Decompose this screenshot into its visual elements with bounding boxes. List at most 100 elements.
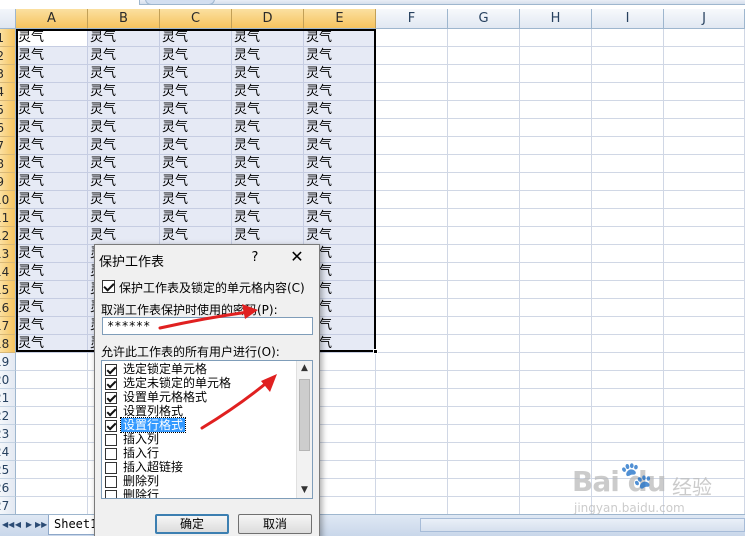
row-header-3[interactable]: 3: [0, 65, 16, 83]
cell-f15[interactable]: [376, 281, 448, 299]
cell-g5[interactable]: [448, 101, 520, 119]
cell-f5[interactable]: [376, 101, 448, 119]
row-header-20[interactable]: 20: [0, 371, 16, 389]
row-header-25[interactable]: 25: [0, 461, 16, 479]
permission-checkbox[interactable]: [105, 476, 117, 488]
cell-d7[interactable]: 灵气: [232, 137, 304, 155]
cell-h16[interactable]: [520, 299, 592, 317]
row-header-10[interactable]: 10: [0, 191, 16, 209]
cell-c12[interactable]: 灵气: [160, 227, 232, 245]
cell-g7[interactable]: [448, 137, 520, 155]
help-icon[interactable]: ?: [248, 250, 262, 265]
close-icon[interactable]: ✕: [287, 247, 307, 267]
cell-i19[interactable]: [592, 353, 664, 371]
cell-j15[interactable]: [664, 281, 745, 299]
cell-j16[interactable]: [664, 299, 745, 317]
cell-h19[interactable]: [520, 353, 592, 371]
cell-j14[interactable]: [664, 263, 745, 281]
cell-i18[interactable]: [592, 335, 664, 353]
cell-h5[interactable]: [520, 101, 592, 119]
cell-g15[interactable]: [448, 281, 520, 299]
cell-h24[interactable]: [520, 443, 592, 461]
permission-item[interactable]: 删除列: [102, 474, 297, 489]
cell-a11[interactable]: 灵气: [16, 209, 88, 227]
cell-f3[interactable]: [376, 65, 448, 83]
cell-f20[interactable]: [376, 371, 448, 389]
cell-a2[interactable]: 灵气: [16, 47, 88, 65]
column-header-i[interactable]: I: [592, 9, 664, 29]
last-sheet-button[interactable]: ▶▶: [35, 519, 47, 531]
cell-h12[interactable]: [520, 227, 592, 245]
cell-f10[interactable]: [376, 191, 448, 209]
row-header-8[interactable]: 8: [0, 155, 16, 173]
password-input[interactable]: ******: [102, 317, 313, 335]
permission-item[interactable]: 选定未锁定的单元格: [102, 376, 297, 391]
permission-item[interactable]: 插入行: [102, 446, 297, 461]
cell-f12[interactable]: [376, 227, 448, 245]
row-header-27[interactable]: 27: [0, 497, 16, 515]
row-header-16[interactable]: 16: [0, 299, 16, 317]
cell-i9[interactable]: [592, 173, 664, 191]
cell-f2[interactable]: [376, 47, 448, 65]
cell-h8[interactable]: [520, 155, 592, 173]
column-header-e[interactable]: E: [304, 9, 376, 29]
row-header-5[interactable]: 5: [0, 101, 16, 119]
cell-j11[interactable]: [664, 209, 745, 227]
cell-i4[interactable]: [592, 83, 664, 101]
cell-f22[interactable]: [376, 407, 448, 425]
cell-h20[interactable]: [520, 371, 592, 389]
cell-i17[interactable]: [592, 317, 664, 335]
cell-d6[interactable]: 灵气: [232, 119, 304, 137]
cell-e12[interactable]: 灵气: [304, 227, 376, 245]
cell-g17[interactable]: [448, 317, 520, 335]
cell-a7[interactable]: 灵气: [16, 137, 88, 155]
cell-f14[interactable]: [376, 263, 448, 281]
column-header-j[interactable]: J: [664, 9, 745, 29]
cell-g1[interactable]: [448, 29, 520, 47]
prev-sheet-button[interactable]: ◀: [13, 519, 23, 531]
cell-a21[interactable]: [16, 389, 88, 407]
cell-c10[interactable]: 灵气: [160, 191, 232, 209]
row-header-18[interactable]: 18: [0, 335, 16, 353]
cell-h17[interactable]: [520, 317, 592, 335]
cell-a24[interactable]: [16, 443, 88, 461]
cell-f1[interactable]: [376, 29, 448, 47]
next-sheet-button[interactable]: ▶: [24, 519, 34, 531]
cell-h6[interactable]: [520, 119, 592, 137]
cell-a26[interactable]: [16, 479, 88, 497]
cell-f27[interactable]: [376, 497, 448, 515]
cell-a18[interactable]: 灵气: [16, 335, 88, 353]
cell-d1[interactable]: 灵气: [232, 29, 304, 47]
cell-j1[interactable]: [664, 29, 745, 47]
cell-e6[interactable]: 灵气: [304, 119, 376, 137]
cell-a20[interactable]: [16, 371, 88, 389]
cell-a1[interactable]: 灵气: [16, 29, 88, 47]
cell-a17[interactable]: 灵气: [16, 317, 88, 335]
permissions-scrollbar[interactable]: ▲ ▼: [296, 361, 312, 498]
cell-i21[interactable]: [592, 389, 664, 407]
cell-f18[interactable]: [376, 335, 448, 353]
cell-b8[interactable]: 灵气: [88, 155, 160, 173]
row-header-21[interactable]: 21: [0, 389, 16, 407]
cell-i24[interactable]: [592, 443, 664, 461]
cell-i11[interactable]: [592, 209, 664, 227]
cell-j4[interactable]: [664, 83, 745, 101]
cell-a23[interactable]: [16, 425, 88, 443]
cell-j22[interactable]: [664, 407, 745, 425]
cell-g21[interactable]: [448, 389, 520, 407]
cell-h3[interactable]: [520, 65, 592, 83]
cell-h23[interactable]: [520, 425, 592, 443]
fill-handle[interactable]: [373, 349, 378, 354]
cell-f25[interactable]: [376, 461, 448, 479]
cell-j20[interactable]: [664, 371, 745, 389]
cell-f13[interactable]: [376, 245, 448, 263]
cell-d2[interactable]: 灵气: [232, 47, 304, 65]
column-header-a[interactable]: A: [16, 9, 88, 29]
cell-g12[interactable]: [448, 227, 520, 245]
cell-j10[interactable]: [664, 191, 745, 209]
cell-g4[interactable]: [448, 83, 520, 101]
cell-d8[interactable]: 灵气: [232, 155, 304, 173]
cell-d9[interactable]: 灵气: [232, 173, 304, 191]
cell-i22[interactable]: [592, 407, 664, 425]
cell-g26[interactable]: [448, 479, 520, 497]
